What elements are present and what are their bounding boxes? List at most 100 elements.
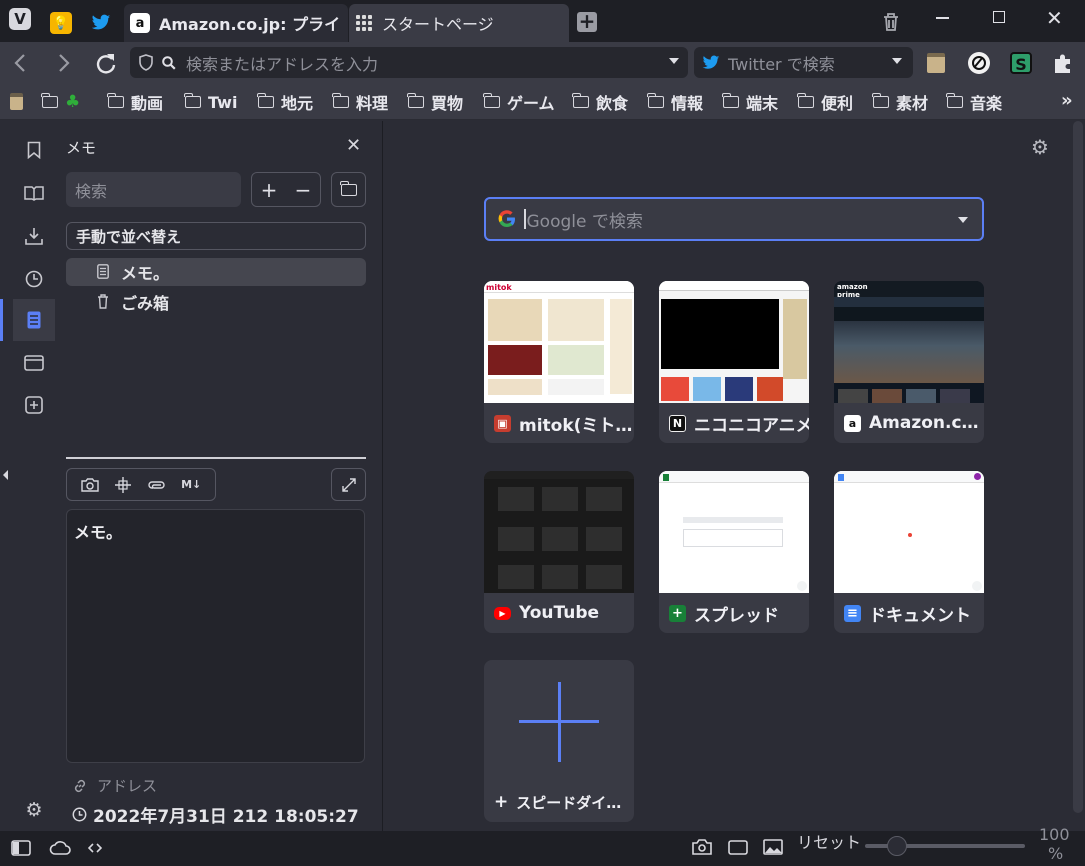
speed-dial-label: a Amazon.c…	[834, 403, 984, 443]
forward-icon[interactable]	[56, 53, 72, 73]
extensions-icon[interactable]	[1052, 52, 1074, 74]
address-field[interactable]: 検索またはアドレスを入力	[130, 47, 688, 78]
panel-bookmarks-button[interactable]	[13, 129, 55, 171]
zoom-slider-thumb[interactable]	[887, 836, 907, 856]
block-extension-icon[interactable]	[968, 52, 990, 74]
trash-icon	[98, 294, 108, 309]
bookmarks-overflow-icon[interactable]: »	[1061, 90, 1073, 111]
bookmark-folder[interactable]: 動画	[107, 91, 163, 113]
chevron-down-icon[interactable]	[958, 217, 968, 223]
note-editor[interactable]: メモ。	[66, 509, 365, 763]
notes-search-input[interactable]: 検索	[66, 172, 241, 207]
speed-dial-thumbnail	[484, 471, 634, 593]
clock-icon	[72, 807, 87, 822]
tab-title: スタートページ	[382, 15, 494, 34]
small-plus-icon: +	[494, 792, 509, 812]
speed-dial-mitok[interactable]: mitok ▣ mitok(ミト…	[484, 281, 634, 443]
speed-dial-amazon[interactable]: amazon prime a Amazon.c…	[834, 281, 984, 443]
new-folder-button[interactable]	[331, 172, 366, 207]
maximize-button[interactable]	[993, 11, 1005, 23]
zoom-reset-button[interactable]: リセット	[797, 829, 861, 853]
add-note-button[interactable]: +	[252, 178, 286, 202]
bookmark-folder[interactable]: 地元	[257, 91, 313, 113]
add-panel-button[interactable]	[13, 384, 55, 426]
close-panel-icon[interactable]: ✕	[346, 135, 361, 156]
tab-keep[interactable]: 💡	[42, 4, 80, 42]
sort-order-select[interactable]: 手動で並べ替え	[66, 222, 366, 250]
link-icon	[74, 779, 86, 792]
stylus-extension-icon[interactable]: S	[1010, 52, 1032, 74]
back-icon[interactable]	[12, 53, 28, 73]
reload-icon[interactable]	[95, 53, 117, 75]
page-tiling-icon[interactable]	[728, 840, 748, 855]
gear-icon[interactable]: ⚙	[1031, 135, 1049, 159]
bookmark-folder[interactable]: 買物	[407, 91, 463, 113]
attachment-icon[interactable]	[148, 479, 166, 491]
folder-icon	[722, 93, 739, 108]
trash-list-item[interactable]: ごみ箱	[66, 288, 366, 316]
panel-history-button[interactable]	[13, 258, 55, 300]
remove-note-button[interactable]: −	[286, 178, 320, 202]
add-speed-dial[interactable]: + スピードダイ…	[484, 660, 634, 822]
bookmark-folder[interactable]: 素材	[872, 91, 928, 113]
new-tab-button[interactable]: +	[577, 11, 597, 32]
notes-list-item[interactable]: メモ。	[66, 258, 366, 286]
expand-note-button[interactable]	[331, 468, 366, 501]
panel-downloads-button[interactable]	[13, 215, 55, 257]
gear-icon: ⚙	[25, 799, 43, 821]
markdown-icon[interactable]: M↓	[181, 478, 201, 491]
close-button[interactable]: ✕	[1046, 6, 1063, 30]
panel-icon-strip: ⚙	[0, 121, 55, 831]
trash-icon[interactable]	[882, 12, 900, 32]
history-icon	[25, 270, 43, 288]
bookmark-folder[interactable]: 端末	[722, 91, 778, 113]
image-icon[interactable]	[763, 839, 783, 855]
vivaldi-menu-button[interactable]: V	[9, 8, 31, 30]
zoom-slider[interactable]	[865, 836, 1025, 856]
bookmark-folder[interactable]: ゲーム	[483, 91, 555, 113]
speed-dial-niconico[interactable]: N ニコニコアニメ	[659, 281, 809, 443]
speed-dial-document[interactable]: ≡ ドキュメント	[834, 471, 984, 633]
tab-startpage[interactable]: スタートページ	[349, 4, 569, 42]
notes-icon	[27, 311, 41, 329]
panel-toggle-icon[interactable]	[11, 840, 31, 856]
folder-icon	[41, 93, 58, 108]
panel-window-button[interactable]	[13, 342, 55, 384]
scrollbar-thumb[interactable]	[1073, 121, 1083, 813]
search-field[interactable]: Twitter で検索	[694, 47, 913, 78]
folder-icon	[572, 93, 589, 108]
amazon-icon: a	[844, 414, 861, 432]
bookmark-folder[interactable]: 飲食	[572, 91, 628, 113]
code-icon[interactable]	[88, 841, 102, 855]
note-url-field[interactable]: アドレス	[72, 775, 157, 796]
bookmark-folder[interactable]: 音楽	[946, 91, 1002, 113]
panel-reading-list-button[interactable]	[13, 172, 55, 214]
speed-dial-youtube[interactable]: ▶ YouTube	[484, 471, 634, 633]
crosshair-icon[interactable]	[114, 476, 132, 494]
address-placeholder: 検索またはアドレスを入力	[186, 54, 379, 74]
bookmark-folder[interactable]: 便利	[797, 91, 853, 113]
tab-twitter[interactable]	[82, 4, 120, 42]
cloud-sync-icon[interactable]	[49, 840, 71, 855]
google-search-input[interactable]: Google で検索	[484, 197, 984, 241]
bookmarks-bar: ♣ 動画 Twi 地元 料理 買物 ゲーム 飲食 情報 端末 便利 素材 音楽 …	[0, 84, 1085, 120]
settings-button[interactable]: ⚙	[13, 789, 55, 831]
camera-icon[interactable]	[81, 477, 99, 492]
camera-icon[interactable]	[692, 839, 712, 855]
minimize-button[interactable]	[936, 17, 949, 19]
bookmark-folder[interactable]: Twi	[184, 91, 237, 113]
clipboard-icon[interactable]	[10, 93, 23, 110]
bookmark-folder[interactable]: 情報	[647, 91, 703, 113]
note-icon	[97, 264, 109, 279]
side-panel: ⚙ メモ ✕ 検索 + − 手動で並べ替え メモ。 ごみ箱 M↓ メモ。 アドレ…	[0, 121, 383, 831]
panel-collapse-handle[interactable]	[3, 470, 8, 480]
bookmark-folder[interactable]: 料理	[332, 91, 388, 113]
speed-dial-thumbnail	[659, 281, 809, 403]
tab-amazon[interactable]: a Amazon.co.jp: プライ	[124, 4, 348, 42]
speed-dial-spreadsheet[interactable]: + スプレッド	[659, 471, 809, 633]
chevron-down-icon[interactable]	[669, 58, 679, 64]
panel-notes-button[interactable]	[0, 299, 55, 341]
chevron-down-icon[interactable]	[892, 58, 902, 64]
notes-extension-icon[interactable]	[927, 53, 945, 73]
bookmark-folder-clover[interactable]: ♣	[41, 91, 80, 113]
